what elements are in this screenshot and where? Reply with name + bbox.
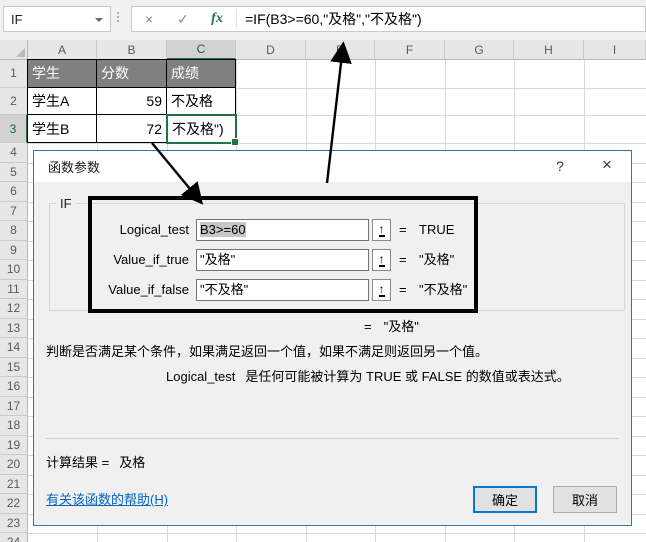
- equals-sign: =: [399, 249, 407, 271]
- param-hint: Logical_test是任何可能被计算为 TRUE 或 FALSE 的数值或表…: [166, 366, 570, 385]
- dialog-help-icon[interactable]: ?: [551, 158, 569, 174]
- group-label: IF: [56, 196, 76, 211]
- logical-test-input[interactable]: B3>=60: [196, 219, 369, 241]
- param-result: "不及格": [419, 279, 467, 301]
- cell-B3[interactable]: 72: [97, 115, 167, 143]
- cancel-entry-icon[interactable]: ×: [132, 11, 166, 27]
- row-header-21[interactable]: 21: [0, 475, 28, 495]
- param-result: "及格": [419, 249, 454, 271]
- row-header-13[interactable]: 13: [0, 319, 28, 339]
- fill-handle[interactable]: [231, 138, 239, 146]
- row-header-4[interactable]: 4: [0, 143, 28, 163]
- row-header-8[interactable]: 8: [0, 221, 28, 241]
- row-header-9[interactable]: 9: [0, 241, 28, 261]
- collapse-dialog-icon: ↑: [379, 283, 385, 297]
- formula-bar: IF × ✓ fx =IF(B3>=60,"及格","不及格"): [0, 0, 646, 40]
- gridline: [28, 533, 646, 534]
- column-header-C[interactable]: C: [167, 40, 236, 60]
- column-header-I[interactable]: I: [584, 40, 646, 60]
- param-row-value-if-false: Value_if_false "不及格" ↑ = "不及格": [34, 279, 633, 301]
- row-header-14[interactable]: 14: [0, 338, 28, 358]
- collapse-dialog-icon: ↑: [379, 253, 385, 267]
- function-arguments-dialog: 函数参数 ? × IF Logical_test B3>=60 ↑ = TRUE…: [33, 150, 632, 526]
- row-header-22[interactable]: 22: [0, 494, 28, 514]
- value-if-true-input[interactable]: "及格": [196, 249, 369, 271]
- separator-dots-icon: [117, 12, 119, 22]
- cell-A3[interactable]: 学生B: [27, 115, 97, 143]
- row-header-23[interactable]: 23: [0, 514, 28, 534]
- gridline: [28, 143, 646, 144]
- column-header-D[interactable]: D: [236, 40, 306, 60]
- formula-result-preview: ="及格": [364, 316, 419, 335]
- dialog-close-icon[interactable]: ×: [597, 155, 617, 175]
- cell-C1[interactable]: 成绩: [167, 59, 236, 88]
- collapse-dialog-button[interactable]: ↑: [372, 219, 391, 241]
- select-all-corner[interactable]: [0, 40, 28, 60]
- name-box[interactable]: IF: [3, 6, 111, 32]
- row-header-12[interactable]: 12: [0, 299, 28, 319]
- calc-result: 计算结果 =及格: [46, 452, 145, 471]
- row-header-3[interactable]: 3: [0, 115, 28, 143]
- cancel-button[interactable]: 取消: [553, 486, 617, 513]
- row-header-6[interactable]: 6: [0, 182, 28, 202]
- cell-C3[interactable]: 不及格"): [166, 114, 237, 144]
- row-header-2[interactable]: 2: [0, 88, 28, 116]
- param-row-logical-test: Logical_test B3>=60 ↑ = TRUE: [34, 219, 633, 241]
- cell-C2[interactable]: 不及格: [167, 88, 236, 116]
- collapse-dialog-icon: ↑: [379, 223, 385, 237]
- formula-input[interactable]: =IF(B3>=60,"及格","不及格"): [239, 9, 422, 29]
- param-result: TRUE: [419, 219, 454, 241]
- value-if-false-input[interactable]: "不及格": [196, 279, 369, 301]
- equals-sign: =: [399, 219, 407, 241]
- row-header-10[interactable]: 10: [0, 260, 28, 280]
- row-header-24[interactable]: 24: [0, 533, 28, 542]
- row-header-11[interactable]: 11: [0, 280, 28, 300]
- row-header-15[interactable]: 15: [0, 358, 28, 378]
- excel-window: IF × ✓ fx =IF(B3>=60,"及格","不及格") ABCDEFG…: [0, 0, 646, 542]
- column-header-A[interactable]: A: [28, 40, 97, 60]
- row-header-7[interactable]: 7: [0, 202, 28, 222]
- dialog-divider: [46, 438, 619, 439]
- row-header-17[interactable]: 17: [0, 397, 28, 417]
- formula-divider: [236, 10, 237, 28]
- cell-A2[interactable]: 学生A: [27, 88, 97, 116]
- cell-A1[interactable]: 学生: [27, 59, 97, 88]
- equals-sign: =: [399, 279, 407, 301]
- function-help-link[interactable]: 有关该函数的帮助(H): [46, 489, 168, 508]
- ok-button[interactable]: 确定: [473, 486, 537, 513]
- param-label: Value_if_false: [54, 279, 189, 301]
- collapse-dialog-button[interactable]: ↑: [372, 249, 391, 271]
- row-header-20[interactable]: 20: [0, 455, 28, 475]
- cell-B2[interactable]: 59: [97, 88, 167, 116]
- row-header-5[interactable]: 5: [0, 163, 28, 183]
- column-header-E[interactable]: E: [306, 40, 375, 60]
- formula-panel: × ✓ fx =IF(B3>=60,"及格","不及格"): [131, 6, 646, 32]
- row-header-16[interactable]: 16: [0, 377, 28, 397]
- param-label: Logical_test: [54, 219, 189, 241]
- name-box-value: IF: [11, 12, 23, 27]
- column-header-B[interactable]: B: [97, 40, 167, 60]
- column-header-H[interactable]: H: [514, 40, 584, 60]
- param-label: Value_if_true: [54, 249, 189, 271]
- collapse-dialog-button[interactable]: ↑: [372, 279, 391, 301]
- name-box-dropdown-icon[interactable]: [95, 18, 103, 22]
- param-row-value-if-true: Value_if_true "及格" ↑ = "及格": [34, 249, 633, 271]
- row-header-18[interactable]: 18: [0, 416, 28, 436]
- insert-function-icon[interactable]: fx: [200, 11, 234, 27]
- row-header-1[interactable]: 1: [0, 60, 28, 88]
- column-header-F[interactable]: F: [375, 40, 445, 60]
- confirm-entry-icon[interactable]: ✓: [166, 11, 200, 28]
- row-header-19[interactable]: 19: [0, 436, 28, 456]
- column-header-G[interactable]: G: [445, 40, 514, 60]
- cell-B1[interactable]: 分数: [97, 59, 167, 88]
- function-description: 判断是否满足某个条件，如果满足返回一个值，如果不满足则返回另一个值。: [46, 341, 488, 360]
- dialog-title: 函数参数: [34, 151, 631, 182]
